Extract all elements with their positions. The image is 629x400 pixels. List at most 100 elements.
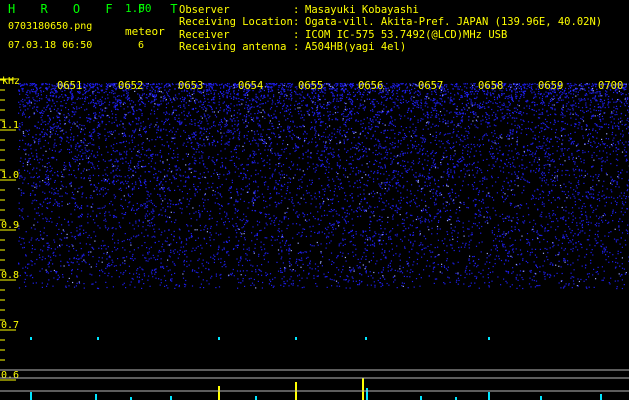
noise-dot — [170, 171, 172, 173]
noise-dot — [395, 206, 397, 208]
noise-dot — [81, 256, 83, 258]
noise-dot — [94, 112, 96, 114]
noise-dot — [268, 88, 270, 90]
noise-dot — [374, 231, 376, 233]
noise-dot — [535, 171, 537, 174]
noise-dot — [359, 282, 361, 284]
noise-dot — [601, 170, 603, 172]
noise-dot — [75, 285, 77, 287]
noise-dot — [507, 195, 509, 197]
info-sep: : — [293, 4, 300, 16]
noise-dot — [275, 180, 277, 182]
noise-dot — [278, 192, 280, 195]
noise-dot — [285, 119, 287, 121]
noise-dot — [327, 271, 329, 273]
noise-dot — [57, 125, 59, 127]
noise-dot — [450, 155, 452, 157]
noise-dot — [202, 265, 204, 267]
noise-dot — [561, 190, 563, 192]
noise-dot — [536, 146, 538, 148]
noise-dot — [541, 211, 543, 213]
noise-dot — [106, 286, 108, 289]
noise-dot — [179, 189, 181, 191]
noise-dot — [443, 134, 445, 136]
noise-dot — [441, 104, 443, 106]
noise-dot — [163, 191, 165, 193]
noise-dot — [391, 120, 393, 122]
noise-dot — [125, 212, 127, 214]
noise-dot — [308, 166, 311, 168]
noise-dot — [612, 220, 614, 222]
noise-dot — [595, 146, 598, 148]
noise-dot — [506, 159, 508, 161]
noise-dot — [118, 95, 120, 97]
noise-dot — [211, 126, 213, 128]
noise-dot — [352, 167, 355, 169]
noise-dot — [194, 122, 196, 124]
noise-dot — [207, 98, 209, 100]
noise-dot — [616, 204, 618, 206]
noise-dot — [458, 88, 460, 90]
noise-dot — [343, 123, 345, 125]
noise-dot — [468, 247, 470, 249]
noise-dot — [36, 167, 38, 169]
noise-dot — [227, 131, 229, 133]
noise-dot — [568, 195, 570, 197]
noise-dot — [365, 151, 367, 153]
noise-dot — [469, 255, 471, 257]
noise-dot — [117, 179, 119, 181]
noise-dot — [87, 90, 89, 92]
noise-dot — [456, 220, 458, 222]
noise-dot — [153, 174, 155, 176]
noise-dot — [580, 99, 582, 101]
noise-dot — [392, 185, 394, 187]
noise-dot — [95, 107, 97, 109]
noise-dot — [104, 135, 106, 137]
noise-dot — [154, 91, 156, 93]
noise-dot — [406, 276, 408, 278]
noise-dot — [243, 135, 245, 137]
noise-dot — [399, 268, 401, 270]
noise-dot — [131, 136, 133, 138]
noise-dot — [35, 239, 37, 241]
noise-dot — [168, 113, 170, 115]
noise-dot — [563, 216, 565, 218]
noise-dot — [308, 219, 310, 221]
noise-dot — [240, 274, 242, 276]
noise-dot — [128, 265, 130, 267]
noise-dot — [109, 203, 111, 205]
noise-dot — [384, 165, 386, 167]
noise-dot — [614, 125, 617, 127]
noise-dot — [491, 185, 494, 187]
noise-dot — [554, 121, 556, 124]
noise-dot — [450, 169, 452, 171]
noise-dot — [542, 95, 544, 97]
noise-dot — [364, 150, 366, 152]
noise-dot — [625, 88, 627, 90]
noise-dot — [589, 216, 591, 218]
noise-dot — [430, 251, 432, 253]
noise-dot — [481, 171, 483, 174]
noise-dot — [440, 176, 442, 178]
noise-dot — [85, 96, 87, 98]
noise-dot — [254, 195, 256, 197]
noise-dot — [79, 92, 81, 94]
noise-dot — [153, 216, 155, 218]
info-key: Observer — [179, 4, 230, 16]
noise-dot — [615, 239, 617, 241]
noise-dot — [491, 108, 493, 111]
noise-dot — [229, 95, 231, 97]
noise-dot — [444, 283, 446, 285]
noise-dot — [610, 277, 612, 279]
noise-dot — [277, 152, 279, 154]
noise-dot — [587, 133, 589, 135]
noise-dot — [361, 198, 363, 201]
noise-dot — [425, 98, 427, 100]
noise-dot — [565, 283, 567, 285]
noise-dot — [593, 152, 595, 154]
noise-dot — [463, 107, 465, 109]
noise-dot — [351, 235, 353, 237]
noise-dot — [104, 101, 106, 103]
noise-dot — [444, 238, 446, 240]
noise-dot — [510, 230, 512, 232]
